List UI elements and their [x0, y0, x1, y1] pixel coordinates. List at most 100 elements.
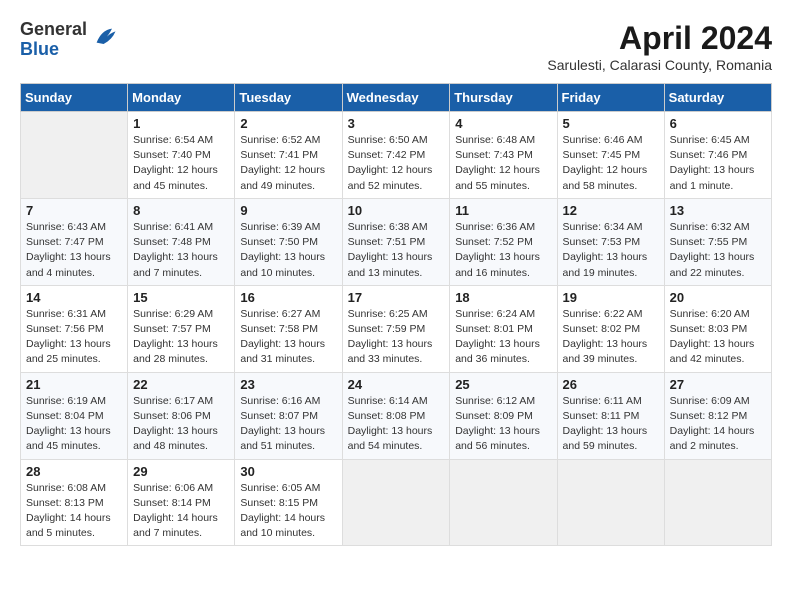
day-number: 22: [133, 377, 229, 392]
calendar-cell: 23 Sunrise: 6:16 AMSunset: 8:07 PMDayligh…: [235, 372, 342, 459]
day-info: Sunrise: 6:38 AMSunset: 7:51 PMDaylight:…: [348, 220, 445, 281]
day-info: Sunrise: 6:08 AMSunset: 8:13 PMDaylight:…: [26, 481, 122, 542]
calendar-cell: 10 Sunrise: 6:38 AMSunset: 7:51 PMDayligh…: [342, 198, 450, 285]
logo-blue: Blue: [20, 40, 87, 60]
calendar-week-row: 28 Sunrise: 6:08 AMSunset: 8:13 PMDayligh…: [21, 459, 772, 546]
day-number: 24: [348, 377, 445, 392]
calendar-cell: 21 Sunrise: 6:19 AMSunset: 8:04 PMDayligh…: [21, 372, 128, 459]
day-number: 23: [240, 377, 336, 392]
calendar-cell: 13Sunrise: 6:32 AMSunset: 7:55 PMDayligh…: [664, 198, 771, 285]
day-info: Sunrise: 6:14 AMSunset: 8:08 PMDaylight:…: [348, 394, 445, 455]
day-number: 19: [563, 290, 659, 305]
day-info: Sunrise: 6:05 AMSunset: 8:15 PMDaylight:…: [240, 481, 336, 542]
day-info: Sunrise: 6:24 AMSunset: 8:01 PMDaylight:…: [455, 307, 551, 368]
day-number: 12: [563, 203, 659, 218]
day-info: Sunrise: 6:12 AMSunset: 8:09 PMDaylight:…: [455, 394, 551, 455]
day-number: 25: [455, 377, 551, 392]
calendar-cell: 20 Sunrise: 6:20 AMSunset: 8:03 PMDayligh…: [664, 285, 771, 372]
day-number: 10: [348, 203, 445, 218]
day-info: Sunrise: 6:29 AMSunset: 7:57 PMDaylight:…: [133, 307, 229, 368]
day-info: Sunrise: 6:32 AMSunset: 7:55 PMDaylight:…: [670, 220, 766, 281]
day-info: Sunrise: 6:54 AMSunset: 7:40 PMDaylight:…: [133, 133, 229, 194]
day-info: Sunrise: 6:48 AMSunset: 7:43 PMDaylight:…: [455, 133, 551, 194]
calendar-cell: 16Sunrise: 6:27 AMSunset: 7:58 PMDayligh…: [235, 285, 342, 372]
calendar-cell: [557, 459, 664, 546]
day-info: Sunrise: 6:39 AMSunset: 7:50 PMDaylight:…: [240, 220, 336, 281]
day-info: Sunrise: 6:17 AMSunset: 8:06 PMDaylight:…: [133, 394, 229, 455]
page-title: April 2024: [547, 20, 772, 57]
day-number: 18: [455, 290, 551, 305]
day-info: Sunrise: 6:22 AMSunset: 8:02 PMDaylight:…: [563, 307, 659, 368]
day-number: 6: [670, 116, 766, 131]
page-header: General Blue April 2024 Sarulesti, Calar…: [20, 20, 772, 73]
day-number: 28: [26, 464, 122, 479]
day-number: 2: [240, 116, 336, 131]
calendar-table: SundayMondayTuesdayWednesdayThursdayFrid…: [20, 83, 772, 546]
logo-text: General Blue: [20, 20, 87, 60]
calendar-week-row: 1Sunrise: 6:54 AMSunset: 7:40 PMDaylight…: [21, 112, 772, 199]
day-info: Sunrise: 6:25 AMSunset: 7:59 PMDaylight:…: [348, 307, 445, 368]
calendar-cell: 5Sunrise: 6:46 AMSunset: 7:45 PMDaylight…: [557, 112, 664, 199]
calendar-cell: [21, 112, 128, 199]
calendar-cell: 8Sunrise: 6:41 AMSunset: 7:48 PMDaylight…: [128, 198, 235, 285]
calendar-cell: [342, 459, 450, 546]
calendar-cell: 14 Sunrise: 6:31 AMSunset: 7:56 PMDayligh…: [21, 285, 128, 372]
day-info: Sunrise: 6:09 AMSunset: 8:12 PMDaylight:…: [670, 394, 766, 455]
day-info: Sunrise: 6:34 AMSunset: 7:53 PMDaylight:…: [563, 220, 659, 281]
calendar-cell: 26 Sunrise: 6:11 AMSunset: 8:11 PMDayligh…: [557, 372, 664, 459]
title-block: April 2024 Sarulesti, Calarasi County, R…: [547, 20, 772, 73]
calendar-cell: 22 Sunrise: 6:17 AMSunset: 8:06 PMDayligh…: [128, 372, 235, 459]
calendar-cell: 6Sunrise: 6:45 AMSunset: 7:46 PMDaylight…: [664, 112, 771, 199]
calendar-cell: 7 Sunrise: 6:43 AMSunset: 7:47 PMDaylight…: [21, 198, 128, 285]
calendar-week-row: 14 Sunrise: 6:31 AMSunset: 7:56 PMDayligh…: [21, 285, 772, 372]
calendar-cell: 27 Sunrise: 6:09 AMSunset: 8:12 PMDayligh…: [664, 372, 771, 459]
day-info: Sunrise: 6:27 AMSunset: 7:58 PMDaylight:…: [240, 307, 336, 368]
calendar-cell: 19 Sunrise: 6:22 AMSunset: 8:02 PMDayligh…: [557, 285, 664, 372]
day-number: 21: [26, 377, 122, 392]
calendar-cell: 25 Sunrise: 6:12 AMSunset: 8:09 PMDayligh…: [450, 372, 557, 459]
day-info: Sunrise: 6:19 AMSunset: 8:04 PMDaylight:…: [26, 394, 122, 455]
day-number: 14: [26, 290, 122, 305]
day-number: 7: [26, 203, 122, 218]
day-number: 27: [670, 377, 766, 392]
day-number: 26: [563, 377, 659, 392]
day-info: Sunrise: 6:31 AMSunset: 7:56 PMDaylight:…: [26, 307, 122, 368]
calendar-cell: 29Sunrise: 6:06 AMSunset: 8:14 PMDayligh…: [128, 459, 235, 546]
weekday-header: Wednesday: [342, 84, 450, 112]
day-info: Sunrise: 6:06 AMSunset: 8:14 PMDaylight:…: [133, 481, 229, 542]
calendar-cell: 17Sunrise: 6:25 AMSunset: 7:59 PMDayligh…: [342, 285, 450, 372]
calendar-header-row: SundayMondayTuesdayWednesdayThursdayFrid…: [21, 84, 772, 112]
day-info: Sunrise: 6:20 AMSunset: 8:03 PMDaylight:…: [670, 307, 766, 368]
weekday-header: Friday: [557, 84, 664, 112]
calendar-cell: [450, 459, 557, 546]
calendar-cell: [664, 459, 771, 546]
calendar-cell: 4 Sunrise: 6:48 AMSunset: 7:43 PMDaylight…: [450, 112, 557, 199]
day-info: Sunrise: 6:52 AMSunset: 7:41 PMDaylight:…: [240, 133, 336, 194]
day-info: Sunrise: 6:11 AMSunset: 8:11 PMDaylight:…: [563, 394, 659, 455]
day-number: 9: [240, 203, 336, 218]
calendar-cell: 24 Sunrise: 6:14 AMSunset: 8:08 PMDayligh…: [342, 372, 450, 459]
day-number: 11: [455, 203, 551, 218]
day-number: 20: [670, 290, 766, 305]
day-info: Sunrise: 6:16 AMSunset: 8:07 PMDaylight:…: [240, 394, 336, 455]
calendar-cell: 9 Sunrise: 6:39 AMSunset: 7:50 PMDaylight…: [235, 198, 342, 285]
weekday-header: Sunday: [21, 84, 128, 112]
calendar-cell: 30 Sunrise: 6:05 AMSunset: 8:15 PMDayligh…: [235, 459, 342, 546]
calendar-cell: 18 Sunrise: 6:24 AMSunset: 8:01 PMDayligh…: [450, 285, 557, 372]
day-number: 5: [563, 116, 659, 131]
day-number: 30: [240, 464, 336, 479]
day-number: 3: [348, 116, 445, 131]
day-number: 4: [455, 116, 551, 131]
calendar-cell: 15Sunrise: 6:29 AMSunset: 7:57 PMDayligh…: [128, 285, 235, 372]
day-info: Sunrise: 6:43 AMSunset: 7:47 PMDaylight:…: [26, 220, 122, 281]
calendar-cell: 2 Sunrise: 6:52 AMSunset: 7:41 PMDaylight…: [235, 112, 342, 199]
page-subtitle: Sarulesti, Calarasi County, Romania: [547, 57, 772, 73]
calendar-cell: 28 Sunrise: 6:08 AMSunset: 8:13 PMDayligh…: [21, 459, 128, 546]
calendar-cell: 12 Sunrise: 6:34 AMSunset: 7:53 PMDayligh…: [557, 198, 664, 285]
day-info: Sunrise: 6:41 AMSunset: 7:48 PMDaylight:…: [133, 220, 229, 281]
calendar-cell: 1Sunrise: 6:54 AMSunset: 7:40 PMDaylight…: [128, 112, 235, 199]
day-info: Sunrise: 6:36 AMSunset: 7:52 PMDaylight:…: [455, 220, 551, 281]
logo-bird-icon: [91, 23, 119, 51]
calendar-week-row: 21 Sunrise: 6:19 AMSunset: 8:04 PMDayligh…: [21, 372, 772, 459]
weekday-header: Tuesday: [235, 84, 342, 112]
